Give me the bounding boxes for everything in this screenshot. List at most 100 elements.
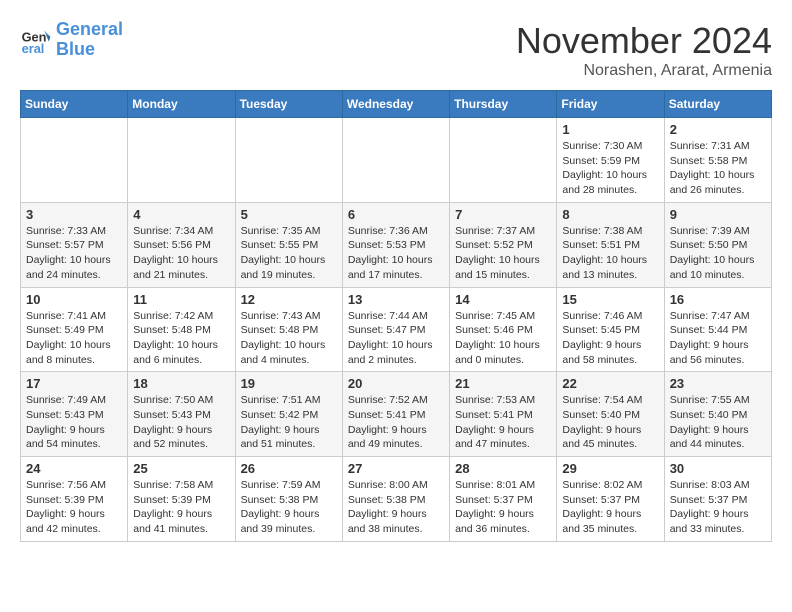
week-row-0: 1 Sunrise: 7:30 AM Sunset: 5:59 PM Daylig… (21, 118, 772, 203)
calendar-cell: 18Sunrise: 7:50 AM Sunset: 5:43 PM Dayli… (128, 372, 235, 457)
day-info: Sunrise: 7:36 AM Sunset: 5:53 PM Dayligh… (348, 224, 444, 283)
day-info: Sunrise: 7:58 AM Sunset: 5:39 PM Dayligh… (133, 478, 229, 537)
day-info: Sunrise: 7:39 AM Sunset: 5:50 PM Dayligh… (670, 224, 766, 283)
calendar-cell: 20 Sunrise: 7:52 AM Sunset: 5:41 PM Dayli… (342, 372, 449, 457)
day-info: Sunrise: 7:53 AM Sunset: 5:41 PM Dayligh… (455, 393, 551, 452)
day-number: 10 (26, 292, 122, 307)
calendar-cell: 6Sunrise: 7:36 AM Sunset: 5:53 PM Daylig… (342, 202, 449, 287)
day-number: 24 (26, 461, 122, 476)
day-number: 11 (133, 292, 229, 307)
day-info: Sunrise: 7:33 AM Sunset: 5:57 PM Dayligh… (26, 224, 122, 283)
day-number: 7 (455, 207, 551, 222)
day-number: 17 (26, 376, 122, 391)
calendar-cell: 24 Sunrise: 7:56 AM Sunset: 5:39 PM Dayli… (21, 457, 128, 542)
week-row-1: 3 Sunrise: 7:33 AM Sunset: 5:57 PM Daylig… (21, 202, 772, 287)
day-number: 1 (562, 122, 658, 137)
day-number: 8 (562, 207, 658, 222)
header-day-monday: Monday (128, 91, 235, 118)
calendar-cell: 10 Sunrise: 7:41 AM Sunset: 5:49 PM Dayli… (21, 287, 128, 372)
day-number: 22 (562, 376, 658, 391)
day-info: Sunrise: 7:41 AM Sunset: 5:49 PM Dayligh… (26, 309, 122, 368)
header-day-friday: Friday (557, 91, 664, 118)
calendar-cell: 5Sunrise: 7:35 AM Sunset: 5:55 PM Daylig… (235, 202, 342, 287)
calendar-cell: 4Sunrise: 7:34 AM Sunset: 5:56 PM Daylig… (128, 202, 235, 287)
calendar-cell: 16 Sunrise: 7:47 AM Sunset: 5:44 PM Dayli… (664, 287, 771, 372)
day-info: Sunrise: 7:52 AM Sunset: 5:41 PM Dayligh… (348, 393, 444, 452)
header-day-thursday: Thursday (450, 91, 557, 118)
calendar-cell: 23Sunrise: 7:55 AM Sunset: 5:40 PM Dayli… (664, 372, 771, 457)
day-number: 25 (133, 461, 229, 476)
logo-line1: General Blue (56, 20, 123, 60)
calendar-cell: 27 Sunrise: 8:00 AM Sunset: 5:38 PM Dayli… (342, 457, 449, 542)
calendar-cell: 3 Sunrise: 7:33 AM Sunset: 5:57 PM Daylig… (21, 202, 128, 287)
header-day-saturday: Saturday (664, 91, 771, 118)
calendar-cell (450, 118, 557, 203)
day-info: Sunrise: 7:34 AM Sunset: 5:56 PM Dayligh… (133, 224, 229, 283)
logo: Gen eral General Blue (20, 20, 123, 60)
day-number: 18 (133, 376, 229, 391)
calendar-cell: 25 Sunrise: 7:58 AM Sunset: 5:39 PM Dayli… (128, 457, 235, 542)
day-number: 23 (670, 376, 766, 391)
title-area: November 2024 Norashen, Ararat, Armenia (516, 20, 772, 80)
calendar-cell: 2 Sunrise: 7:31 AM Sunset: 5:58 PM Daylig… (664, 118, 771, 203)
day-number: 21 (455, 376, 551, 391)
day-number: 16 (670, 292, 766, 307)
calendar-cell: 7 Sunrise: 7:37 AM Sunset: 5:52 PM Daylig… (450, 202, 557, 287)
month-title: November 2024 (516, 20, 772, 62)
calendar-cell: 12 Sunrise: 7:43 AM Sunset: 5:48 PM Dayli… (235, 287, 342, 372)
day-info: Sunrise: 7:54 AM Sunset: 5:40 PM Dayligh… (562, 393, 658, 452)
day-info: Sunrise: 7:56 AM Sunset: 5:39 PM Dayligh… (26, 478, 122, 537)
calendar-cell: 17 Sunrise: 7:49 AM Sunset: 5:43 PM Dayli… (21, 372, 128, 457)
day-number: 30 (670, 461, 766, 476)
calendar-cell: 14 Sunrise: 7:45 AM Sunset: 5:46 PM Dayli… (450, 287, 557, 372)
day-info: Sunrise: 8:00 AM Sunset: 5:38 PM Dayligh… (348, 478, 444, 537)
day-info: Sunrise: 7:47 AM Sunset: 5:44 PM Dayligh… (670, 309, 766, 368)
day-number: 2 (670, 122, 766, 137)
day-number: 15 (562, 292, 658, 307)
week-row-4: 24 Sunrise: 7:56 AM Sunset: 5:39 PM Dayli… (21, 457, 772, 542)
day-info: Sunrise: 7:49 AM Sunset: 5:43 PM Dayligh… (26, 393, 122, 452)
day-info: Sunrise: 7:42 AM Sunset: 5:48 PM Dayligh… (133, 309, 229, 368)
calendar-cell: 30Sunrise: 8:03 AM Sunset: 5:37 PM Dayli… (664, 457, 771, 542)
day-info: Sunrise: 7:31 AM Sunset: 5:58 PM Dayligh… (670, 139, 766, 198)
calendar-cell: 29Sunrise: 8:02 AM Sunset: 5:37 PM Dayli… (557, 457, 664, 542)
day-number: 27 (348, 461, 444, 476)
day-info: Sunrise: 7:46 AM Sunset: 5:45 PM Dayligh… (562, 309, 658, 368)
day-info: Sunrise: 7:37 AM Sunset: 5:52 PM Dayligh… (455, 224, 551, 283)
calendar-cell (21, 118, 128, 203)
day-info: Sunrise: 8:01 AM Sunset: 5:37 PM Dayligh… (455, 478, 551, 537)
svg-text:eral: eral (22, 41, 45, 56)
day-number: 9 (670, 207, 766, 222)
day-number: 5 (241, 207, 337, 222)
day-number: 12 (241, 292, 337, 307)
calendar-cell: 15 Sunrise: 7:46 AM Sunset: 5:45 PM Dayli… (557, 287, 664, 372)
calendar-cell: 19Sunrise: 7:51 AM Sunset: 5:42 PM Dayli… (235, 372, 342, 457)
day-number: 13 (348, 292, 444, 307)
header-day-tuesday: Tuesday (235, 91, 342, 118)
calendar-cell (235, 118, 342, 203)
day-info: Sunrise: 7:45 AM Sunset: 5:46 PM Dayligh… (455, 309, 551, 368)
calendar-cell: 8Sunrise: 7:38 AM Sunset: 5:51 PM Daylig… (557, 202, 664, 287)
day-info: Sunrise: 7:30 AM Sunset: 5:59 PM Dayligh… (562, 139, 658, 198)
calendar-cell: 9 Sunrise: 7:39 AM Sunset: 5:50 PM Daylig… (664, 202, 771, 287)
day-number: 29 (562, 461, 658, 476)
calendar-cell: 1 Sunrise: 7:30 AM Sunset: 5:59 PM Daylig… (557, 118, 664, 203)
location: Norashen, Ararat, Armenia (516, 62, 772, 80)
day-number: 26 (241, 461, 337, 476)
calendar-cell: 11 Sunrise: 7:42 AM Sunset: 5:48 PM Dayli… (128, 287, 235, 372)
calendar-cell (342, 118, 449, 203)
logo-icon: Gen eral (20, 24, 52, 56)
day-number: 20 (348, 376, 444, 391)
calendar-cell: 21 Sunrise: 7:53 AM Sunset: 5:41 PM Dayli… (450, 372, 557, 457)
week-row-2: 10 Sunrise: 7:41 AM Sunset: 5:49 PM Dayli… (21, 287, 772, 372)
calendar-table: SundayMondayTuesdayWednesdayThursdayFrid… (20, 90, 772, 542)
header-row: SundayMondayTuesdayWednesdayThursdayFrid… (21, 91, 772, 118)
day-number: 19 (241, 376, 337, 391)
day-info: Sunrise: 7:43 AM Sunset: 5:48 PM Dayligh… (241, 309, 337, 368)
calendar-cell: 26 Sunrise: 7:59 AM Sunset: 5:38 PM Dayli… (235, 457, 342, 542)
header-day-sunday: Sunday (21, 91, 128, 118)
calendar-cell (128, 118, 235, 203)
day-number: 3 (26, 207, 122, 222)
day-info: Sunrise: 7:59 AM Sunset: 5:38 PM Dayligh… (241, 478, 337, 537)
day-number: 14 (455, 292, 551, 307)
